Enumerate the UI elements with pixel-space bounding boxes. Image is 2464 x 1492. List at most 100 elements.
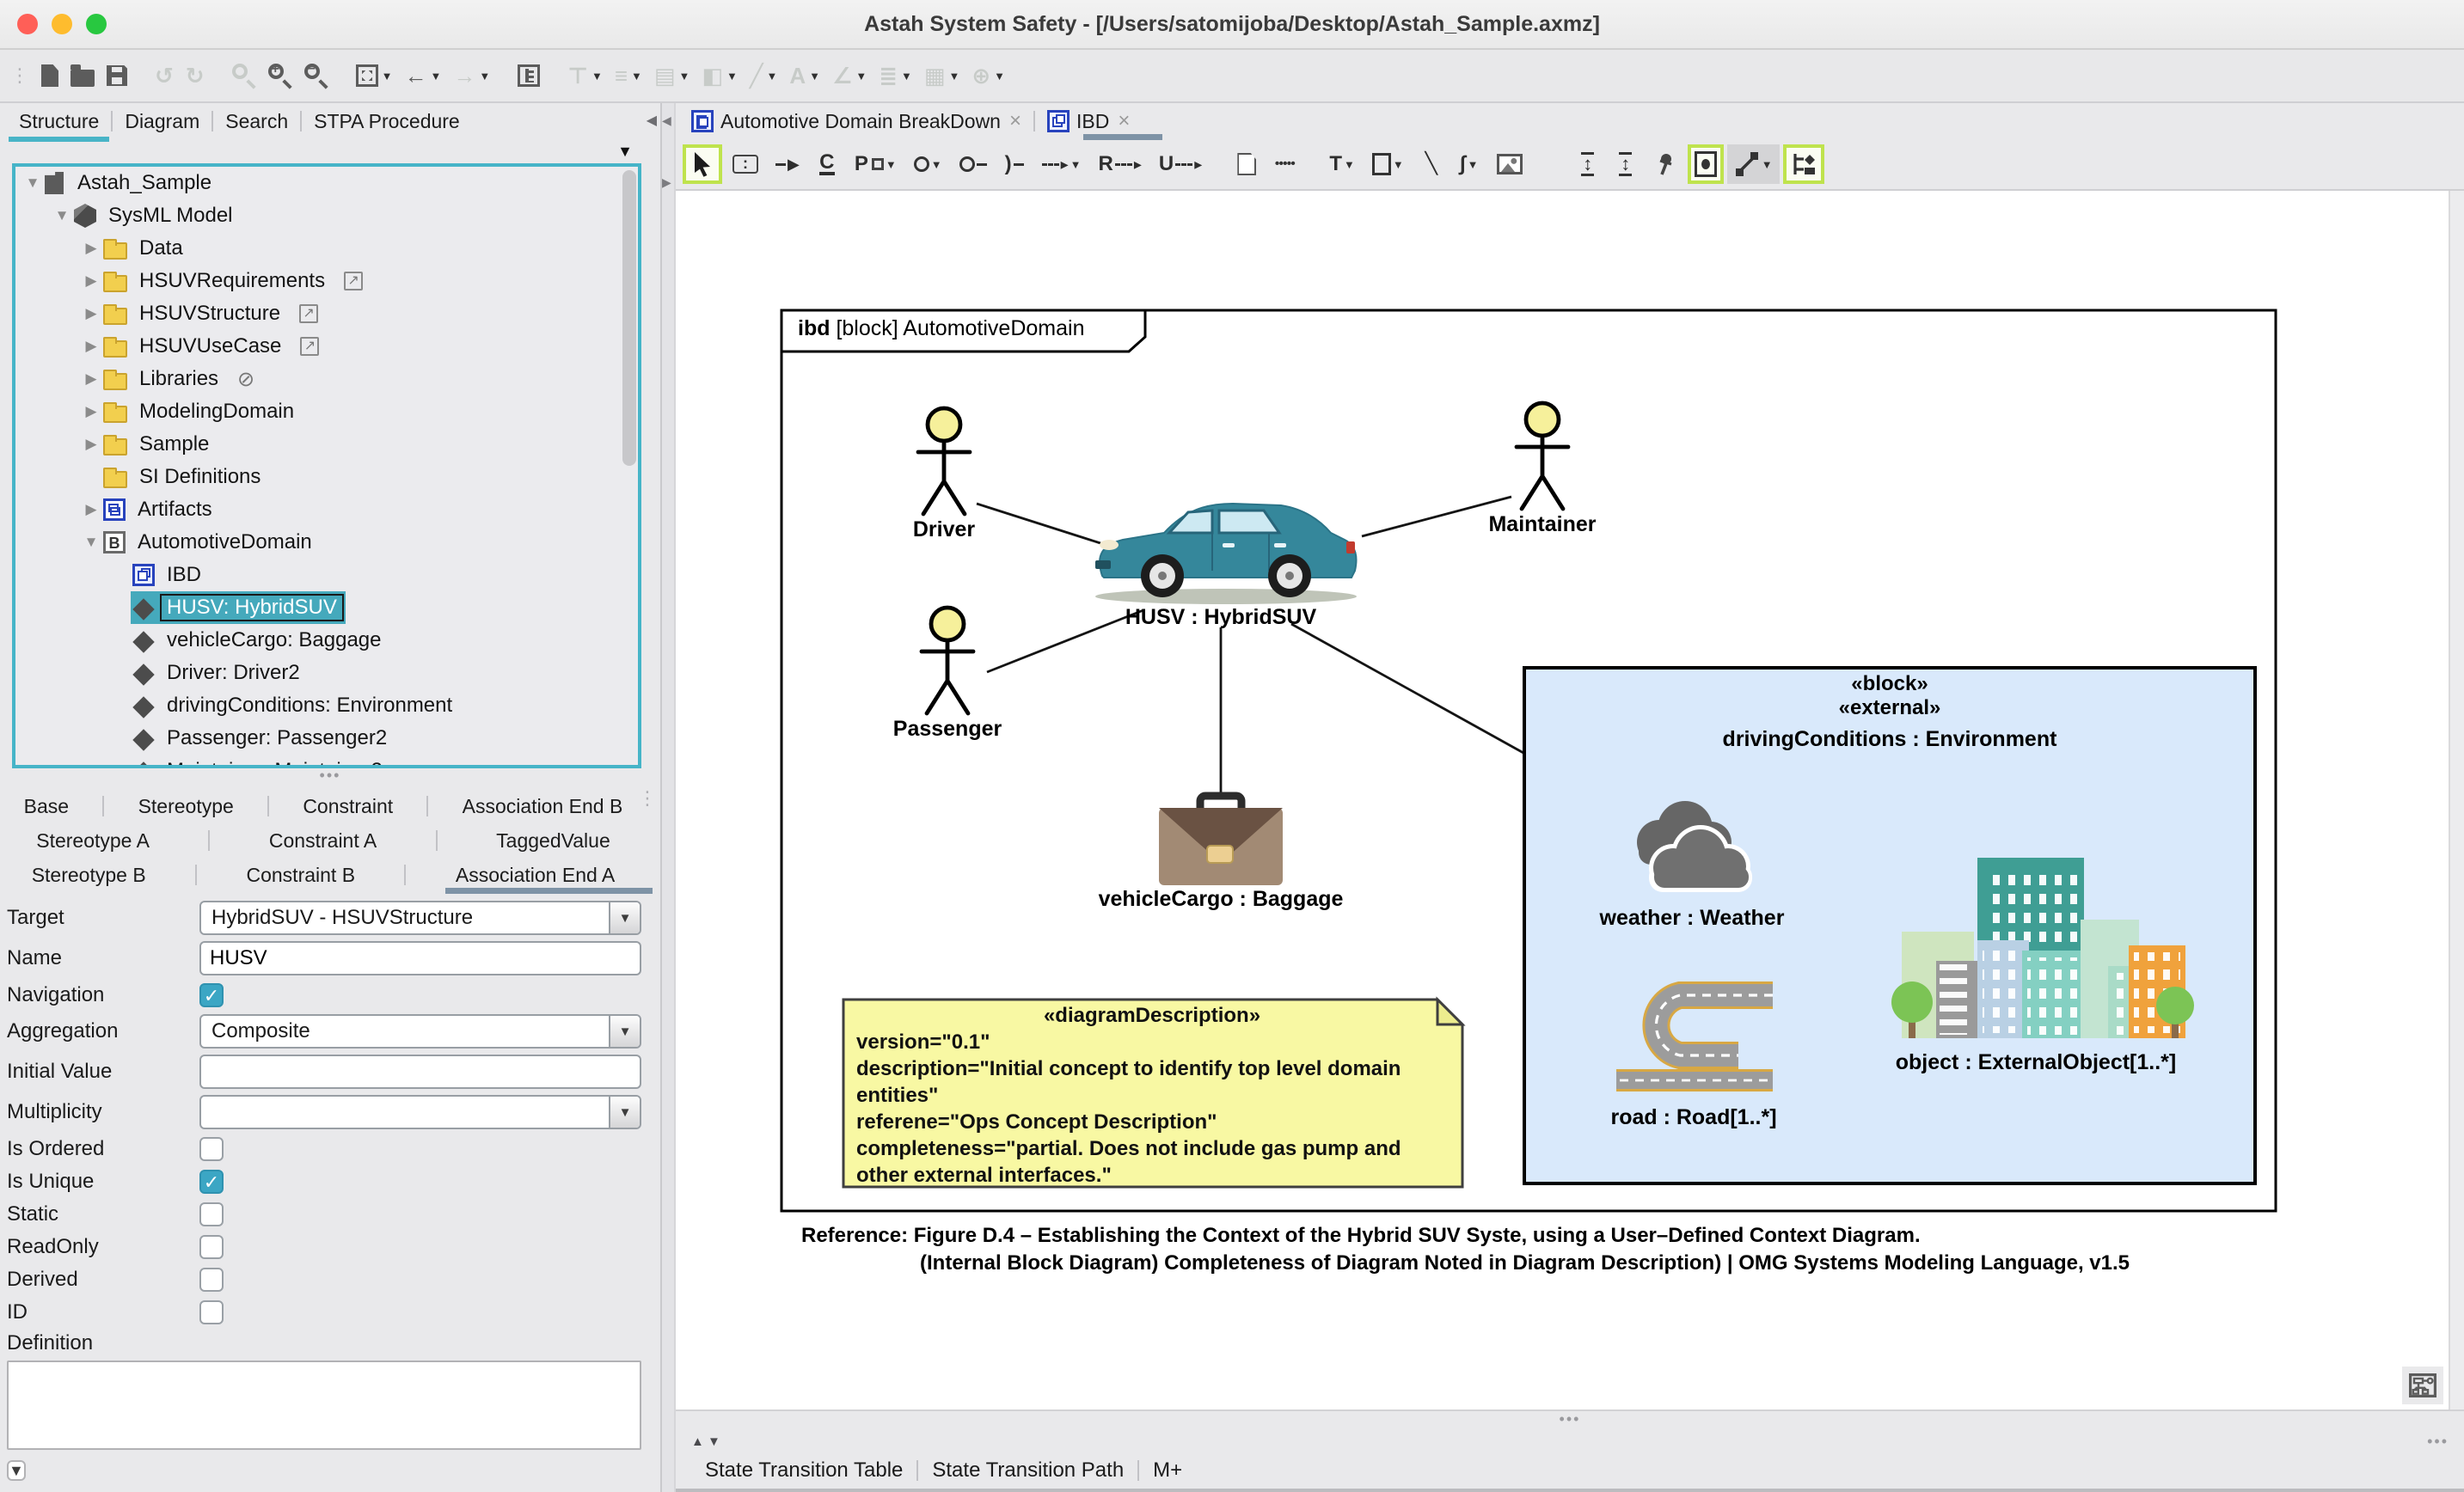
baggage-label[interactable]: vehicleCargo : Baggage [1099,887,1344,912]
road-label[interactable]: road : Road[1..*] [1610,1105,1776,1130]
property-panel-grip[interactable]: ⋮ [638,789,657,808]
provided-interface-tool-button[interactable] [953,144,994,184]
tree-item-driver-driver2[interactable]: Driver: Driver2 [15,657,638,689]
tree-item-modelingdomain[interactable]: ▶ ModelingDomain [15,395,638,428]
panel-divider[interactable]: ◀ ▶ [660,103,676,1492]
name-field[interactable] [199,941,641,975]
tree-scrollbar-thumb[interactable] [622,170,636,466]
line-shape-button[interactable]: ∠ ▼ [827,61,872,90]
pin-tool-button[interactable] [1646,144,1684,184]
husv-car[interactable] [1095,502,1358,604]
undo-button[interactable]: ↺ [150,61,179,90]
text-tool-button[interactable]: T ▼ [1322,144,1362,184]
multiplicity-combo[interactable]: ▼ [199,1095,641,1129]
id-checkbox[interactable] [199,1300,224,1324]
item-flow-tool-button[interactable]: ▶ [769,144,806,184]
part-tool-button[interactable]: : [726,144,765,184]
forward-button[interactable]: → ▼ [448,61,495,90]
usage-tool-button[interactable]: U ▸ [1152,144,1209,184]
bottom-tab-m[interactable]: M+ [1139,1458,1196,1483]
bottom-tab-state-transition-path[interactable]: State Transition Path [918,1458,1137,1483]
tree-item-vehiclecargo-baggage[interactable]: vehicleCargo: Baggage [15,624,638,657]
tree-expand-icon[interactable]: ▶ [81,501,101,518]
prop-tab-association-end-a[interactable]: Association End A [444,860,653,893]
tree-item-libraries[interactable]: ▶ Libraries ⊘ [15,363,638,395]
zoom-out-button[interactable]: − [299,60,334,91]
open-file-button[interactable] [65,61,100,90]
port-tool-button[interactable]: P ▼ [848,144,904,184]
passenger-label[interactable]: Passenger [893,717,1002,742]
env-title[interactable]: drivingConditions : Environment [1723,727,2057,752]
prop-tab-stereotype[interactable]: Stereotype [132,792,241,822]
line-color-button[interactable]: ╱ ▼ [745,61,783,90]
depth-order-button[interactable]: ▤ ▼ [649,61,695,90]
font-button[interactable]: A ▼ [784,61,825,90]
combo-dropdown-icon[interactable]: ▼ [609,1016,640,1047]
note-tool-button[interactable] [1229,144,1264,184]
combo-dropdown-icon[interactable]: ▼ [609,902,640,933]
line-style-tool-button[interactable]: ▼ [1726,144,1780,184]
aggregation-combo[interactable]: Composite ▼ [199,1014,641,1049]
prop-tab-constraint-a[interactable]: Constraint A [262,826,383,856]
initial-value-field[interactable] [199,1055,641,1089]
anchor-tool-button[interactable]: ••••• [1267,144,1302,184]
hierarchy-button[interactable]: ≣ ▼ [873,61,917,90]
is-ordered-checkbox[interactable] [199,1137,224,1161]
tab-diagram[interactable]: Diagram [113,107,211,137]
new-file-button[interactable] [36,61,64,90]
web-publish-button[interactable]: ⊕ ▼ [966,61,1010,90]
minimize-window-button[interactable] [52,14,72,34]
actor-maintainer[interactable] [1514,401,1571,511]
readonly-checkbox[interactable] [199,1235,224,1259]
height-compress-tool-button[interactable]: ↕ [1609,144,1643,184]
husv-label[interactable]: HUSV : HybridSUV [1125,605,1316,630]
tree-item-astah-sample[interactable]: ▼ Astah_Sample [15,167,638,199]
diagram-description-note[interactable]: «diagramDescription» version="0.1" descri… [846,1000,1460,1187]
diagram-tab-ibd[interactable]: IBD × [1039,106,1163,140]
tree-expand-icon[interactable]: ▶ [81,272,101,290]
bottom-splitter-handle[interactable]: ••• [2427,1433,2449,1451]
tree-item-hsuvrequirements[interactable]: ▶ HSUVRequirements ↗ [15,265,638,297]
tab-structure[interactable]: Structure [7,107,111,141]
canvas-vertical-scrollbar[interactable] [2449,191,2464,1409]
alignment-guide-button[interactable]: ⊤ ▼ [562,61,608,90]
actor-driver[interactable] [916,406,972,517]
tree-expand-icon[interactable]: ▶ [81,403,101,420]
driver-label[interactable]: Driver [913,517,975,542]
align-button[interactable]: ≡ ▼ [610,61,647,90]
target-combo[interactable]: HybridSUV - HSUVStructure ▼ [199,901,641,935]
tree-expand-icon[interactable]: ▼ [52,207,72,224]
dependency-tool-button[interactable]: ▸ ▼ [1035,144,1088,184]
line-tool-button[interactable]: ╲ [1414,144,1449,184]
back-button[interactable]: ← ▼ [399,61,446,90]
definition-textarea[interactable] [7,1361,641,1450]
expand-definition-button[interactable]: ▼ [7,1460,26,1481]
tree-expand-icon[interactable]: ▶ [81,338,101,355]
interface-tool-button[interactable]: ▼ [907,144,949,184]
prop-tab-constraint[interactable]: Constraint [296,792,400,822]
bottom-tab-state-transition-table[interactable]: State Transition Table [691,1458,916,1483]
zoom-in-button[interactable]: + [263,60,297,91]
derived-checkbox[interactable] [199,1268,224,1292]
select-tool-button[interactable] [683,144,722,184]
frame-title[interactable]: ibd [block] AutomotiveDomain [798,316,1084,341]
fill-color-button[interactable]: ◧ ▼ [696,61,742,90]
connector-tool-button[interactable]: C [810,144,844,184]
tree-expand-icon[interactable]: ▼ [22,174,43,192]
prop-tab-taggedvalue[interactable]: TaggedValue [489,826,617,856]
tree-item-hsuvusecase[interactable]: ▶ HSUVUseCase ↗ [15,330,638,363]
toolbar-grip-button[interactable]: ⋮ [5,64,34,88]
redo-button[interactable]: ↻ [181,61,210,90]
prop-tab-stereotype-b[interactable]: Stereotype B [25,860,153,890]
auto-create-parts-tool-button[interactable] [1782,144,1824,184]
tree-item-maintainer-maintainer2[interactable]: Maintainer: Maintainer2 [15,755,638,765]
tab-search[interactable]: Search [213,107,300,137]
static-checkbox[interactable] [199,1202,224,1226]
close-window-button[interactable] [17,14,38,34]
tree-expand-icon[interactable]: ▶ [81,370,101,388]
show-parts-tool-button[interactable] [1687,144,1724,184]
close-tab-icon[interactable]: × [1118,109,1130,133]
tree-item-data[interactable]: ▶ Data [15,232,638,265]
combo-dropdown-icon[interactable]: ▼ [609,1097,640,1128]
collapse-left-arrow-icon[interactable]: ◀ [662,113,671,128]
